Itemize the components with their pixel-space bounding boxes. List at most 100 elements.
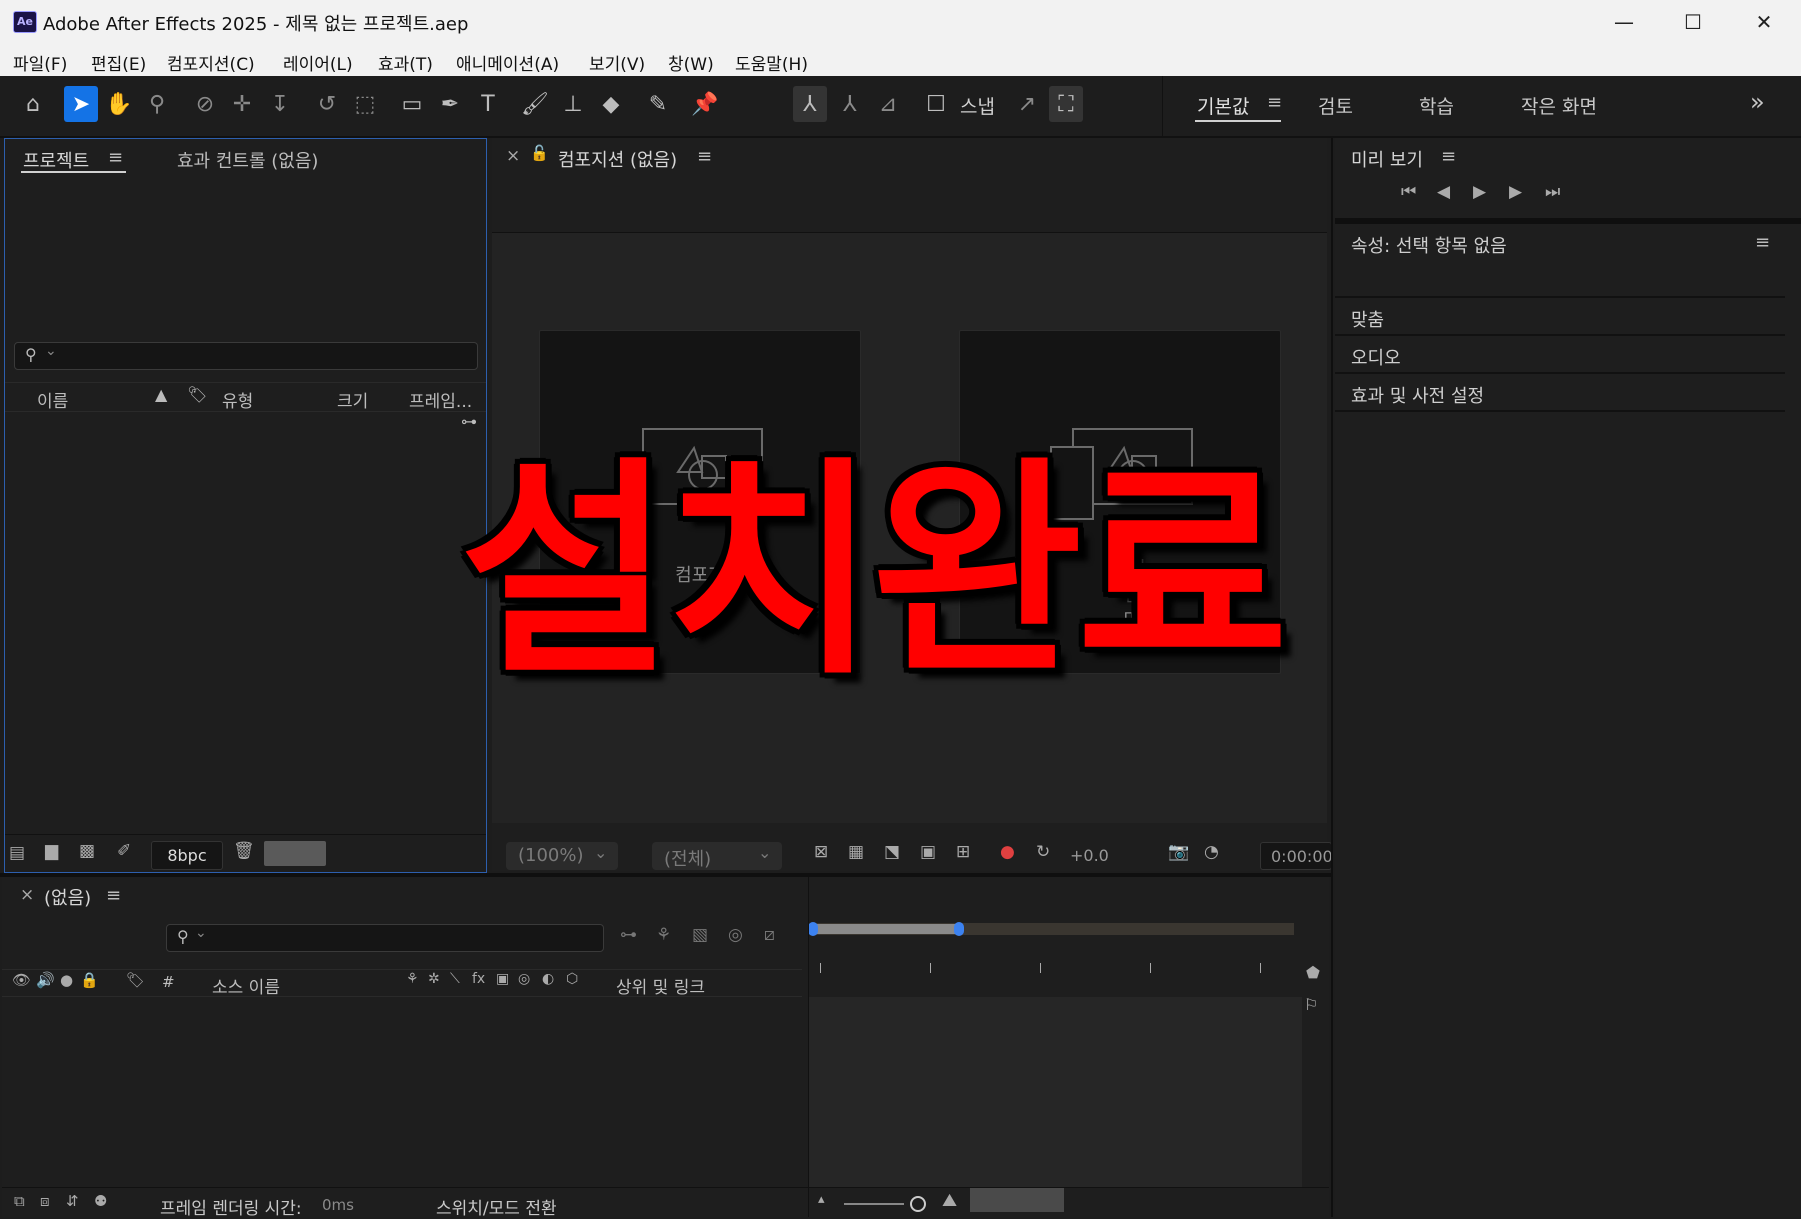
reset-exposure-icon[interactable]: ↻ <box>1036 842 1050 862</box>
work-area-end-handle[interactable] <box>954 922 964 936</box>
timeline-title[interactable]: (없음) <box>44 884 91 910</box>
new-composition-icon[interactable]: ▩ <box>79 841 95 861</box>
fx-switch-icon[interactable]: fx <box>472 971 485 987</box>
timecode-field[interactable]: 0:00:00 <box>1260 842 1333 870</box>
menu-help[interactable]: 도움말(H) <box>735 50 808 75</box>
local-axis-icon[interactable]: ⅄ <box>793 86 827 122</box>
zoom-tool-icon[interactable]: ⚲ <box>140 86 174 122</box>
snap-feature-icon[interactable]: ⛶ <box>1049 86 1083 122</box>
work-area-range[interactable] <box>814 924 960 934</box>
work-area-start-handle[interactable] <box>808 922 818 936</box>
zoom-slider-track[interactable] <box>844 1203 904 1205</box>
timeline-track-area[interactable] <box>808 997 1302 1187</box>
workspace-small-screen[interactable]: 작은 화면 <box>1521 92 1597 119</box>
panel-audio[interactable]: 오디오 <box>1351 344 1401 370</box>
toggle-switches-modes[interactable]: 스위치/모드 전환 <box>436 1194 557 1219</box>
menu-window[interactable]: 창(W) <box>668 50 714 75</box>
color-channels-icon[interactable]: ● <box>1000 842 1015 862</box>
column-parent-link[interactable]: 상위 및 링크 <box>616 973 705 998</box>
bpc-button[interactable]: 8bpc <box>151 841 223 870</box>
tab-project[interactable]: 프로젝트 <box>23 147 89 173</box>
pen-tool-icon[interactable]: ✒ <box>433 86 467 122</box>
workspace-default[interactable]: 기본값 <box>1197 92 1249 119</box>
adjustment-switch-icon[interactable]: ◐ <box>542 971 554 987</box>
menu-composition[interactable]: 컴포지션(C) <box>167 50 255 75</box>
project-search-input[interactable]: ⚲ ⌄ <box>14 342 478 370</box>
world-axis-icon[interactable]: ⅄ <box>833 86 867 122</box>
puppet-pin-icon[interactable]: 📌 <box>688 86 722 122</box>
menu-effect[interactable]: 효과(T) <box>378 50 433 75</box>
comp-menu-icon[interactable]: ≡ <box>697 146 712 167</box>
clone-stamp-icon[interactable]: ⊥ <box>556 86 590 122</box>
region-of-interest-icon[interactable]: ▣ <box>920 842 936 862</box>
brush-tool-icon[interactable]: 🖌 <box>518 86 552 122</box>
column-source-name[interactable]: 소스 이름 <box>212 973 280 998</box>
home-icon[interactable]: ⌂ <box>16 86 50 122</box>
next-frame-icon[interactable]: ▶ <box>1509 182 1522 202</box>
panel-align[interactable]: 맞춤 <box>1351 306 1384 332</box>
comp-panel-title[interactable]: 컴포지션 (없음) <box>558 146 677 172</box>
panel-effects-presets[interactable]: 효과 및 사전 설정 <box>1351 382 1484 408</box>
rotation-tool-icon[interactable]: ↺ <box>310 86 344 122</box>
frame-blend-switch-icon[interactable]: ▣ <box>496 971 509 987</box>
tab-effect-controls[interactable]: 효과 컨트롤 (없음) <box>177 147 318 173</box>
play-icon[interactable]: ▶ <box>1473 182 1486 202</box>
adjust-project-icon[interactable]: ✐ <box>117 841 131 861</box>
lock-icon[interactable]: 🔒 <box>80 971 99 989</box>
resolution-dropdown[interactable]: (전체) ⌄ <box>652 842 782 870</box>
lock-icon[interactable]: 🔓 <box>530 144 549 162</box>
sort-ascending-icon[interactable]: ▲ <box>155 385 167 404</box>
snap-edge-icon[interactable]: ↗ <box>1010 86 1044 122</box>
motion-blur-icon[interactable]: ◎ <box>728 925 743 945</box>
preview-menu-icon[interactable]: ≡ <box>1441 146 1456 167</box>
zoom-dropdown[interactable]: (100%) ⌄ <box>506 842 618 870</box>
comp-close-button[interactable]: × <box>506 146 520 166</box>
trash-icon[interactable]: 🗑 <box>233 841 255 861</box>
type-tool-icon[interactable]: T <box>471 86 505 122</box>
shy-switch-icon[interactable]: ⚘ <box>406 971 419 987</box>
label-tag-icon[interactable]: 🏷 <box>187 385 207 404</box>
shy-layers-icon[interactable]: ⚘ <box>656 925 671 945</box>
orbit-camera-icon[interactable]: ⊘ <box>188 86 222 122</box>
workspace-menu-icon[interactable]: ≡ <box>1267 92 1282 113</box>
exposure-value[interactable]: +0.0 <box>1070 846 1109 865</box>
menu-edit[interactable]: 편집(E) <box>91 50 146 75</box>
comp-button-icon[interactable]: ⚐ <box>1304 995 1318 1014</box>
roto-brush-icon[interactable]: ✎ <box>641 86 675 122</box>
zoom-slider-handle[interactable] <box>910 1196 926 1212</box>
comp-marker-bin-icon[interactable]: ⬟ <box>1306 963 1320 982</box>
anchor-tool-icon[interactable]: ⬚ <box>348 86 382 122</box>
workspace-learn[interactable]: 학습 <box>1419 92 1454 119</box>
audio-icon[interactable]: 🔊 <box>36 971 55 989</box>
snap-checkbox-icon[interactable]: ☐ <box>919 86 953 122</box>
properties-menu-icon[interactable]: ≡ <box>1755 232 1770 253</box>
3d-layer-switch-icon[interactable]: ⬡ <box>566 971 578 987</box>
close-button[interactable]: ✕ <box>1728 0 1800 44</box>
maximize-button[interactable]: ☐ <box>1657 0 1729 44</box>
menu-layer[interactable]: 레이어(L) <box>283 50 353 75</box>
column-size[interactable]: 크기 <box>337 387 368 412</box>
eraser-tool-icon[interactable]: ◆ <box>594 86 628 122</box>
dolly-camera-icon[interactable]: ↧ <box>263 86 297 122</box>
column-number[interactable]: # <box>162 973 175 991</box>
pan-camera-icon[interactable]: ✛ <box>225 86 259 122</box>
first-frame-icon[interactable]: ⏮ <box>1401 182 1416 202</box>
previous-frame-icon[interactable]: ◀ <box>1437 182 1450 202</box>
timeline-search-input[interactable]: ⚲ ⌄ <box>166 924 604 952</box>
column-type[interactable]: 유형 <box>222 387 253 412</box>
in-out-toggle-icon[interactable]: ⇵ <box>66 1192 79 1210</box>
preview-title[interactable]: 미리 보기 <box>1351 146 1423 172</box>
solo-icon[interactable]: ● <box>60 971 73 989</box>
comp-flowchart-icon[interactable]: ⊶ <box>620 925 637 945</box>
snapshot-camera-icon[interactable]: 📷 <box>1168 842 1189 862</box>
last-frame-icon[interactable]: ⏭ <box>1545 182 1560 202</box>
transfer-controls-toggle-icon[interactable]: ⧈ <box>40 1192 50 1210</box>
column-frame[interactable]: 프레임... <box>409 387 472 412</box>
quality-switch-icon[interactable]: ⟍ <box>450 971 460 987</box>
visibility-eye-icon[interactable]: 👁 <box>12 971 31 989</box>
transparency-grid-icon[interactable]: ▦ <box>848 842 864 862</box>
minimize-button[interactable]: — <box>1588 0 1660 44</box>
menu-animation[interactable]: 애니메이션(A) <box>456 50 559 75</box>
layer-switches-toggle-icon[interactable]: ⧉ <box>14 1192 25 1210</box>
render-time-toggle-icon[interactable]: ⚉ <box>94 1192 107 1210</box>
